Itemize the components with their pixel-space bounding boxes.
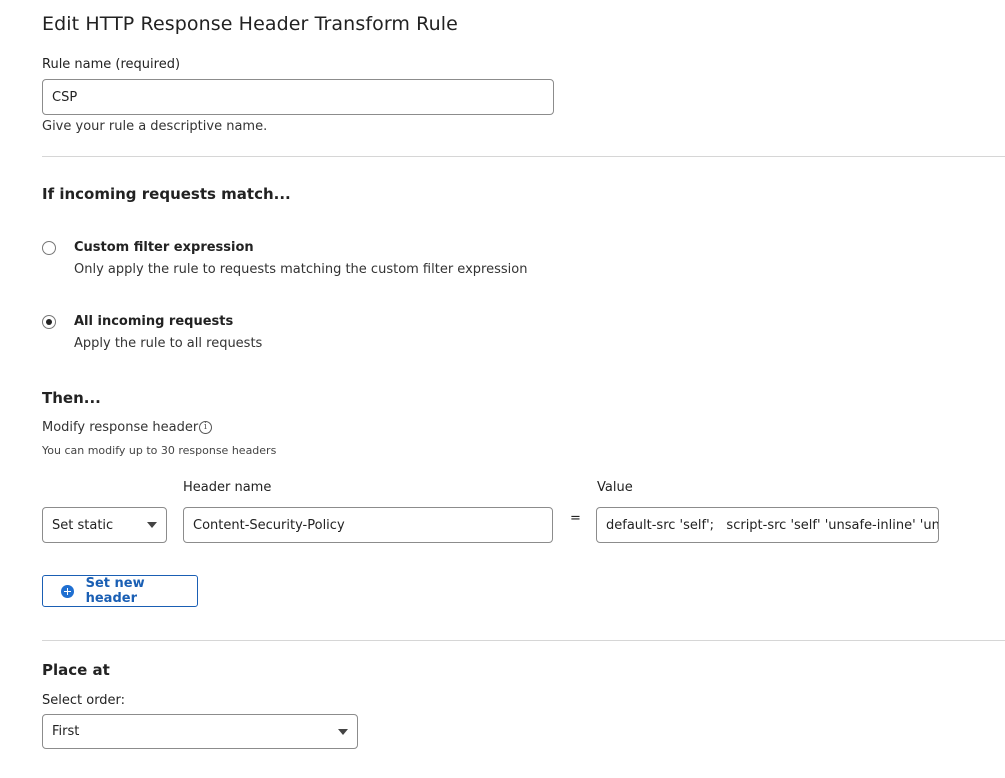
- then-heading: Then...: [42, 389, 101, 407]
- set-new-header-button[interactable]: Set new header: [42, 575, 198, 607]
- operation-select[interactable]: Set static: [42, 507, 167, 543]
- place-at-heading: Place at: [42, 661, 110, 679]
- radio-all-requests[interactable]: [42, 315, 56, 329]
- section-divider: [42, 156, 1005, 157]
- all-requests-description: Apply the rule to all requests: [74, 336, 263, 351]
- page-title: Edit HTTP Response Header Transform Rule: [42, 13, 458, 35]
- custom-filter-title[interactable]: Custom filter expression: [74, 240, 254, 255]
- radio-custom-filter[interactable]: [42, 241, 56, 255]
- header-name-value: Content-Security-Policy: [193, 517, 345, 533]
- modify-header-help: You can modify up to 30 response headers: [42, 444, 277, 457]
- value-label: Value: [597, 480, 633, 495]
- order-select[interactable]: First: [42, 714, 358, 749]
- chevron-down-icon: [147, 522, 157, 528]
- operation-value: Set static: [52, 517, 114, 533]
- rule-name-label: Rule name (required): [42, 57, 181, 72]
- header-name-input[interactable]: Content-Security-Policy: [183, 507, 553, 543]
- custom-filter-description: Only apply the rule to requests matching…: [74, 262, 528, 277]
- chevron-down-icon: [338, 728, 348, 735]
- select-order-label: Select order:: [42, 693, 126, 708]
- rule-name-value: CSP: [52, 89, 78, 105]
- header-name-label: Header name: [183, 480, 272, 495]
- header-value-input[interactable]: default-src 'self'; script-src 'self' 'u…: [596, 507, 939, 543]
- set-new-header-label: Set new header: [85, 576, 145, 606]
- order-value: First: [52, 724, 80, 739]
- modify-header-label: Modify response header: [42, 420, 199, 435]
- all-requests-title[interactable]: All incoming requests: [74, 314, 233, 329]
- header-value-text: default-src 'self'; script-src 'self' 'u…: [606, 517, 939, 533]
- rule-name-help: Give your rule a descriptive name.: [42, 119, 268, 134]
- rule-name-input[interactable]: CSP: [42, 79, 554, 115]
- match-heading: If incoming requests match...: [42, 185, 291, 203]
- section-divider: [42, 640, 1005, 641]
- equals-sign: =: [570, 511, 581, 526]
- plus-circle-icon: [61, 584, 74, 598]
- info-icon[interactable]: i: [199, 421, 212, 434]
